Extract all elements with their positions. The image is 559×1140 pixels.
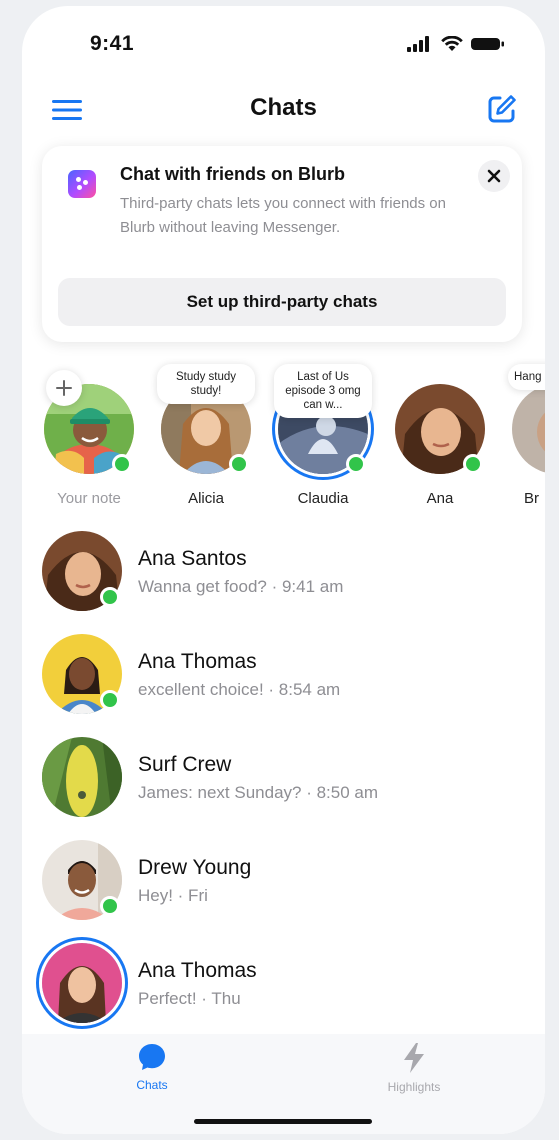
note-bubble: Study study study! xyxy=(157,364,255,404)
lightning-icon xyxy=(404,1043,424,1073)
plus-icon xyxy=(56,380,72,396)
online-indicator xyxy=(346,454,366,474)
blurb-logo-icon xyxy=(68,170,96,198)
tab-label: Highlights xyxy=(387,1080,441,1094)
chat-preview: excellent choice! · 8:54 am xyxy=(138,680,341,699)
add-note-button[interactable] xyxy=(46,370,82,406)
wifi-icon xyxy=(441,36,463,51)
nav-bar: Chats xyxy=(22,84,545,134)
chat-name: Ana Santos xyxy=(138,547,247,570)
note-item-alicia[interactable]: Study study study! Alicia xyxy=(151,362,261,512)
promo-close-button[interactable] xyxy=(478,160,510,192)
avatar xyxy=(42,737,122,817)
chat-preview: Hey! · Fri xyxy=(138,886,208,905)
note-name: Ana xyxy=(426,490,454,507)
note-item-claudia[interactable]: Last of Us episode 3 omg can w... Claudi… xyxy=(268,362,378,512)
compose-icon xyxy=(488,95,516,123)
note-name: Alicia xyxy=(188,490,224,507)
tab-highlights[interactable]: Highlights xyxy=(334,1042,494,1102)
chat-row-ana-santos[interactable]: Ana Santos Wanna get food? · 9:41 am xyxy=(22,521,545,624)
online-indicator xyxy=(112,454,132,474)
battery-icon xyxy=(471,38,504,50)
chat-row-ana-thomas-2[interactable]: Ana Thomas Perfect! · Thu xyxy=(22,933,545,1036)
chat-name: Surf Crew xyxy=(138,753,232,776)
chat-name: Ana Thomas xyxy=(138,650,257,673)
status-icons xyxy=(407,36,505,52)
chat-name: Drew Young xyxy=(138,856,252,879)
chat-preview: Wanna get food? · 9:41 am xyxy=(138,577,344,596)
signal-icon xyxy=(407,36,429,52)
tab-chats[interactable]: Chats xyxy=(72,1042,232,1102)
chat-preview: Perfect! · Thu xyxy=(138,989,241,1008)
setup-third-party-chats-button[interactable]: Set up third-party chats xyxy=(58,278,506,326)
avatar xyxy=(42,943,122,1023)
online-indicator xyxy=(463,454,483,474)
chat-name: Ana Thomas xyxy=(138,959,257,982)
online-indicator xyxy=(100,587,120,607)
chat-preview: James: next Sunday? · 8:50 am xyxy=(138,783,379,802)
online-indicator xyxy=(100,896,120,916)
home-indicator xyxy=(194,1119,372,1124)
notes-row: Your note Study study study! Alicia Last… xyxy=(22,362,545,512)
compose-button[interactable] xyxy=(487,94,517,124)
promo-title: Chat with friends on Blurb xyxy=(120,164,345,184)
status-time: 9:41 xyxy=(90,32,135,55)
close-icon xyxy=(487,169,501,183)
note-bubble: Last of Us episode 3 omg can w... xyxy=(274,364,372,418)
note-item-ana[interactable]: Ana xyxy=(385,362,495,512)
note-name: Claudia xyxy=(297,490,349,507)
status-bar: 9:41 xyxy=(22,6,545,86)
note-name: Br xyxy=(524,490,539,507)
chat-bubble-icon xyxy=(139,1044,165,1070)
note-bubble: Hang xyxy=(508,364,545,390)
third-party-promo-card: Chat with friends on Blurb Third-party c… xyxy=(42,146,522,342)
chat-row-ana-thomas[interactable]: Ana Thomas excellent choice! · 8:54 am xyxy=(22,624,545,727)
tab-bar: Chats Highlights xyxy=(22,1034,545,1134)
chat-row-drew-young[interactable]: Drew Young Hey! · Fri xyxy=(22,830,545,933)
online-indicator xyxy=(229,454,249,474)
chat-row-surf-crew[interactable]: Surf Crew James: next Sunday? · 8:50 am xyxy=(22,727,545,830)
tab-label: Chats xyxy=(136,1078,168,1092)
online-indicator xyxy=(100,690,120,710)
promo-description: Third-party chats lets you connect with … xyxy=(120,195,446,236)
page-title: Chats xyxy=(250,94,317,121)
note-item-br[interactable]: Hang Br xyxy=(502,362,545,512)
chat-list: Ana Santos Wanna get food? · 9:41 am Ana… xyxy=(22,521,545,1036)
phone-screen: 9:41 Chats Chat with friends on Blurb Th… xyxy=(22,6,545,1134)
note-name: Your note xyxy=(57,490,121,507)
avatar xyxy=(512,384,545,474)
note-item-your-note[interactable]: Your note xyxy=(34,362,144,512)
